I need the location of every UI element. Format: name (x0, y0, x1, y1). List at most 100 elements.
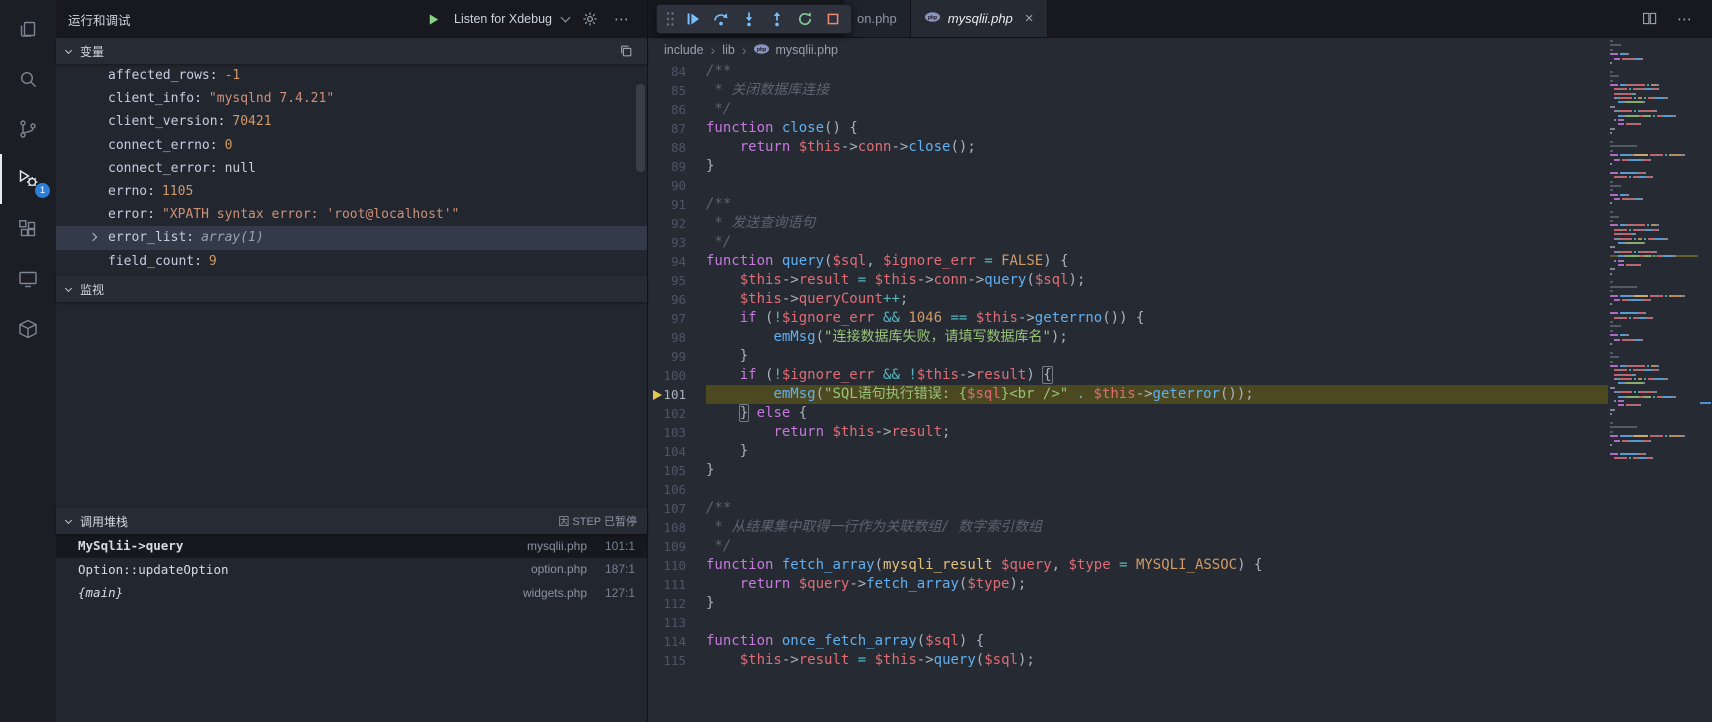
line-number[interactable]: 101 (648, 385, 706, 404)
minimap[interactable] (1610, 40, 1698, 722)
minimap-line (1610, 382, 1698, 384)
minimap-line (1610, 352, 1698, 354)
variable-row[interactable]: connect_error:null (56, 157, 647, 180)
line-number[interactable]: 97 (648, 309, 706, 328)
debug-start-icon[interactable] (422, 8, 444, 30)
line-number[interactable]: 89 (648, 157, 706, 176)
line-number[interactable]: 84 (648, 62, 706, 81)
breadcrumb[interactable]: include›lib›phpmysqlii.php (648, 38, 1712, 62)
variable-row[interactable]: errno:1105 (56, 180, 647, 203)
variable-row[interactable]: field_count:9 (56, 250, 647, 273)
variable-row[interactable]: affected_rows:-1 (56, 64, 647, 87)
minimap-line (1610, 295, 1698, 297)
line-number[interactable]: 85 (648, 81, 706, 100)
minimap-line (1610, 281, 1698, 283)
activity-item-explorer[interactable] (0, 4, 56, 54)
callstack-frame[interactable]: MySqlii->querymysqlii.php101:1 (56, 534, 647, 558)
variables-section: 变量 affected_rows:-1client_info:"mysqlnd … (56, 38, 647, 276)
activity-item-search[interactable] (0, 54, 56, 104)
line-number[interactable]: 103 (648, 423, 706, 442)
line-content: } else { (706, 404, 1608, 423)
breadcrumb-item[interactable]: lib (722, 43, 735, 57)
activity-item-run-and-debug[interactable]: 1 (0, 154, 56, 204)
line-number[interactable]: 115 (648, 651, 706, 670)
activity-item-source-control[interactable] (0, 104, 56, 154)
variable-row[interactable]: error_list:array(1) (56, 226, 647, 249)
callstack-section-header[interactable]: 调用堆栈 因 STEP 已暂停 (56, 508, 647, 534)
line-number[interactable]: 93 (648, 233, 706, 252)
watch-section-header[interactable]: 监视 (56, 276, 647, 302)
open-panel-icon[interactable] (615, 40, 637, 62)
chevron-down-icon[interactable] (561, 12, 571, 22)
variable-name: connect_error: (108, 161, 218, 176)
line-content: /** (706, 195, 1608, 214)
callstack-frame[interactable]: Option::updateOptionoption.php187:1 (56, 558, 647, 582)
stop-icon[interactable] (820, 6, 846, 32)
minimap-line (1610, 123, 1698, 125)
line-number[interactable]: 92 (648, 214, 706, 233)
line-number[interactable]: 100 (648, 366, 706, 385)
line-number[interactable]: 105 (648, 461, 706, 480)
line-number[interactable]: 108 (648, 518, 706, 537)
step-over-icon[interactable] (708, 6, 734, 32)
line-number[interactable]: 111 (648, 575, 706, 594)
variable-row[interactable]: client_info:"mysqlnd 7.4.21" (56, 87, 647, 110)
breadcrumb-separator-icon: › (742, 42, 747, 58)
activity-item-remote-explorer[interactable] (0, 254, 56, 304)
toolbar-drag-grip-icon[interactable] (662, 6, 678, 32)
line-number[interactable]: 88 (648, 138, 706, 157)
minimap-line (1610, 233, 1698, 235)
variable-name: connect_errno: (108, 138, 218, 153)
close-tab-icon[interactable]: × (1025, 11, 1034, 26)
line-number[interactable]: 90 (648, 176, 706, 195)
callstack-frame[interactable]: {main}widgets.php127:1 (56, 581, 647, 605)
minimap-line (1610, 400, 1698, 402)
line-number[interactable]: 104 (648, 442, 706, 461)
variable-row[interactable]: error:"XPATH syntax error: 'root@localho… (56, 203, 647, 226)
breadcrumb-item[interactable]: phpmysqlii.php (753, 42, 838, 59)
code-line: 114function once_fetch_array($sql) { (648, 632, 1608, 651)
line-number[interactable]: 95 (648, 271, 706, 290)
code-editor[interactable]: 84/**85 * 关闭数据库连接86 */87function close()… (648, 62, 1608, 722)
line-number[interactable]: 86 (648, 100, 706, 119)
split-editor-icon[interactable] (1638, 8, 1660, 30)
activity-item-package-explorer[interactable] (0, 304, 56, 354)
line-number[interactable]: 99 (648, 347, 706, 366)
variable-row[interactable]: client_version:70421 (56, 110, 647, 133)
minimap-line (1610, 246, 1698, 248)
minimap-line (1610, 49, 1698, 51)
line-number[interactable]: 107 (648, 499, 706, 518)
gear-icon[interactable] (579, 8, 601, 30)
line-number[interactable]: 106 (648, 480, 706, 499)
line-number[interactable]: 91 (648, 195, 706, 214)
editor-group: on.phpphpmysqlii.php× ⋯ include›lib›phpm… (648, 0, 1712, 722)
minimap-line (1610, 312, 1698, 314)
restart-icon[interactable] (792, 6, 818, 32)
variable-row[interactable]: connect_errno:0 (56, 134, 647, 157)
continue-icon[interactable] (680, 6, 706, 32)
step-out-icon[interactable] (764, 6, 790, 32)
line-number[interactable]: 114 (648, 632, 706, 651)
line-number[interactable]: 113 (648, 613, 706, 632)
line-number[interactable]: 96 (648, 290, 706, 309)
variables-section-header[interactable]: 变量 (56, 38, 647, 64)
line-number[interactable]: 102 (648, 404, 706, 423)
step-into-icon[interactable] (736, 6, 762, 32)
minimap-line (1610, 330, 1698, 332)
line-number[interactable]: 98 (648, 328, 706, 347)
debug-config-select[interactable]: Listen for Xdebug (454, 12, 552, 26)
line-number[interactable]: 110 (648, 556, 706, 575)
line-number[interactable]: 112 (648, 594, 706, 613)
line-number[interactable]: 94 (648, 252, 706, 271)
line-number[interactable]: 87 (648, 119, 706, 138)
line-number[interactable]: 109 (648, 537, 706, 556)
breadcrumb-item[interactable]: include (664, 43, 704, 57)
breadcrumb-label: include (664, 43, 704, 57)
more-actions-icon[interactable]: ⋯ (611, 8, 633, 30)
tab-on.php[interactable]: on.php (844, 0, 911, 37)
tab-mysqlii.php[interactable]: phpmysqlii.php× (911, 0, 1048, 37)
more-actions-icon[interactable]: ⋯ (1674, 8, 1696, 30)
editor-scrollbar[interactable] (1699, 38, 1712, 722)
code-line: 92 * 发送查询语句 (648, 214, 1608, 233)
activity-item-extensions[interactable] (0, 204, 56, 254)
